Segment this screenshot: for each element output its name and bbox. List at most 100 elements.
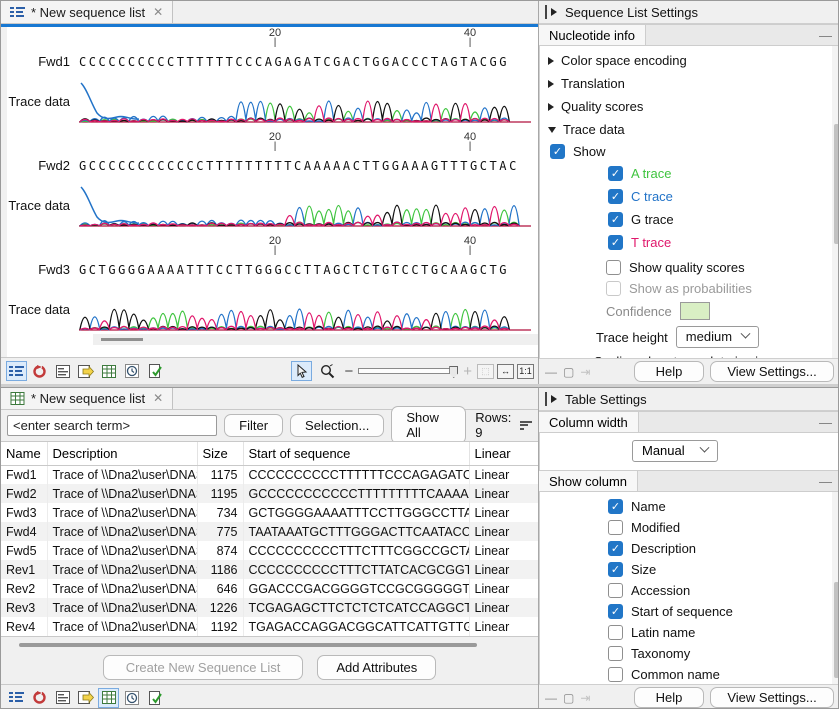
c-trace-checkbox[interactable]: [608, 189, 623, 204]
zoom-selection-button[interactable]: ⬚: [477, 364, 494, 379]
show-as-probabilities-checkbox[interactable]: [606, 281, 621, 296]
minimize-panel-icon[interactable]: —: [545, 691, 557, 705]
history-view-button[interactable]: [121, 361, 142, 381]
show-checkbox[interactable]: [550, 144, 565, 159]
panel-scrollbar[interactable]: [832, 492, 839, 684]
table-row[interactable]: Fwd5Trace of \\Dna2\user\DNAS...874CCCCC…: [1, 541, 538, 560]
zoom-tool-button[interactable]: [317, 361, 338, 381]
common-name-checkbox[interactable]: [608, 667, 623, 682]
history-view-button[interactable]: [121, 688, 142, 708]
add-attributes-button[interactable]: Add Attributes: [317, 655, 436, 680]
col-header-size[interactable]: Size: [197, 442, 243, 466]
table-row[interactable]: Fwd4Trace of \\Dna2\user\DNAS...775TAATA…: [1, 522, 538, 541]
tree-quality-scores[interactable]: Quality scores: [540, 95, 839, 118]
nucleotide-info-section[interactable]: Nucleotide info —: [539, 24, 839, 46]
dock-panel-icon[interactable]: ⇥: [580, 365, 590, 379]
fit-width-button[interactable]: ↔: [497, 364, 514, 379]
show-all-button[interactable]: Show All: [391, 406, 466, 444]
accession-checkbox[interactable]: [608, 583, 623, 598]
table-cell: Trace of \\Dna2\user\DNAS...: [47, 560, 197, 579]
text-view-button[interactable]: [52, 361, 73, 381]
tab-sequence-table[interactable]: * New sequence list ✕: [1, 388, 173, 409]
show-column-section[interactable]: Show column —: [539, 470, 839, 492]
show-quality-scores-checkbox[interactable]: [606, 260, 621, 275]
cursor-tool-button[interactable]: [291, 361, 312, 381]
tab-close-icon[interactable]: ✕: [153, 5, 163, 19]
table-row[interactable]: Rev3Trace of \\Dna2\user\DNAS...1226TCGA…: [1, 598, 538, 617]
tree-color-space-encoding[interactable]: Color space encoding: [540, 49, 839, 72]
sequence-settings-header[interactable]: Sequence List Settings: [539, 1, 839, 24]
tab-sequence-list[interactable]: * New sequence list ✕: [1, 1, 173, 23]
confidence-label: Confidence: [606, 304, 672, 319]
collapse-section-icon[interactable]: —: [819, 28, 839, 43]
zoom-slider[interactable]: [358, 368, 458, 374]
table-row[interactable]: Fwd3Trace of \\Dna2\user\DNAS...734GCTGG…: [1, 503, 538, 522]
view-settings-button[interactable]: View Settings...: [710, 687, 834, 708]
trace-height-dropdown[interactable]: medium: [676, 326, 759, 348]
column-width-section[interactable]: Column width —: [539, 411, 839, 433]
tree-translation[interactable]: Translation: [540, 72, 839, 95]
table-row[interactable]: Rev2Trace of \\Dna2\user\DNAS...646GGACC…: [1, 579, 538, 598]
latin-name-checkbox[interactable]: [608, 625, 623, 640]
element-info-button[interactable]: [144, 688, 165, 708]
dock-panel-icon[interactable]: ⇥: [580, 691, 590, 705]
g-trace-checkbox[interactable]: [608, 212, 623, 227]
zoom-100-button[interactable]: 1:1: [517, 364, 534, 379]
export-view-button[interactable]: [75, 361, 96, 381]
selection-button[interactable]: Selection...: [290, 414, 384, 437]
list-view-button[interactable]: [6, 688, 27, 708]
export-view-button[interactable]: [75, 688, 96, 708]
column-toggle-row: Name: [540, 496, 839, 517]
column-width-dropdown[interactable]: Manual: [632, 440, 718, 462]
table-row[interactable]: Rev1Trace of \\Dna2\user\DNAS...1186CCCC…: [1, 560, 538, 579]
list-view-button[interactable]: [6, 361, 27, 381]
table-view-button[interactable]: [98, 688, 119, 708]
table-h-scrollbar[interactable]: [5, 639, 534, 650]
help-button[interactable]: Help: [634, 687, 704, 708]
view-settings-button[interactable]: View Settings...: [710, 361, 834, 382]
col-header-description[interactable]: Description: [47, 442, 197, 466]
probabilities-label: Show as probabilities: [629, 281, 752, 296]
a-trace-checkbox[interactable]: [608, 166, 623, 181]
search-input[interactable]: [7, 415, 217, 436]
table-row[interactable]: Fwd2Trace of \\Dna2\user\DNAS...1195GCCC…: [1, 484, 538, 503]
show-traces-row: Show: [540, 141, 839, 162]
expand-icon: [548, 57, 554, 65]
t-trace-checkbox[interactable]: [608, 235, 623, 250]
zoom-in-icon[interactable]: +: [461, 363, 474, 380]
trace-display-area[interactable]: 20| 40| Fwd1 CCCCCCCCCCTTTTTTCCCAGAGATCG…: [1, 27, 538, 357]
help-button[interactable]: Help: [634, 361, 704, 382]
collapse-section-icon[interactable]: —: [819, 415, 839, 430]
circular-view-button[interactable]: [29, 688, 50, 708]
taxonomy-checkbox[interactable]: [608, 646, 623, 661]
circular-view-button[interactable]: [29, 361, 50, 381]
col-header-name[interactable]: Name: [1, 442, 47, 466]
filter-button[interactable]: Filter: [224, 414, 283, 437]
modified-checkbox[interactable]: [608, 520, 623, 535]
start-of-sequence-checkbox[interactable]: [608, 604, 623, 619]
table-row[interactable]: Rev4Trace of \\Dna2\user\DNAS...1192TGAG…: [1, 617, 538, 636]
name-checkbox[interactable]: [608, 499, 623, 514]
table-row[interactable]: Fwd1Trace of \\Dna2\user\DNAS...1175CCCC…: [1, 465, 538, 484]
zoom-slider-thumb[interactable]: [449, 366, 458, 378]
trace-h-scrollbar[interactable]: [93, 334, 538, 345]
table-settings-header[interactable]: Table Settings: [539, 388, 839, 411]
description-checkbox[interactable]: [608, 541, 623, 556]
tree-trace-data[interactable]: Trace data: [540, 118, 839, 141]
filter-funnel-icon[interactable]: [520, 419, 532, 431]
col-header-start-of-sequence[interactable]: Start of sequence: [243, 442, 469, 466]
float-panel-icon[interactable]: ▢: [563, 365, 574, 379]
panel-scrollbar[interactable]: [832, 46, 839, 358]
minimize-panel-icon[interactable]: —: [545, 365, 557, 379]
col-header-linear[interactable]: Linear: [469, 442, 538, 466]
size-checkbox[interactable]: [608, 562, 623, 577]
tab-close-icon[interactable]: ✕: [153, 391, 163, 405]
create-new-sequence-list-button[interactable]: Create New Sequence List: [103, 655, 304, 680]
zoom-out-icon[interactable]: −: [342, 363, 355, 380]
text-view-button[interactable]: [52, 688, 73, 708]
confidence-color-swatch[interactable]: [680, 302, 710, 320]
table-view-button[interactable]: [98, 361, 119, 381]
element-info-button[interactable]: [144, 361, 165, 381]
float-panel-icon[interactable]: ▢: [563, 691, 574, 705]
collapse-section-icon[interactable]: —: [819, 474, 839, 489]
